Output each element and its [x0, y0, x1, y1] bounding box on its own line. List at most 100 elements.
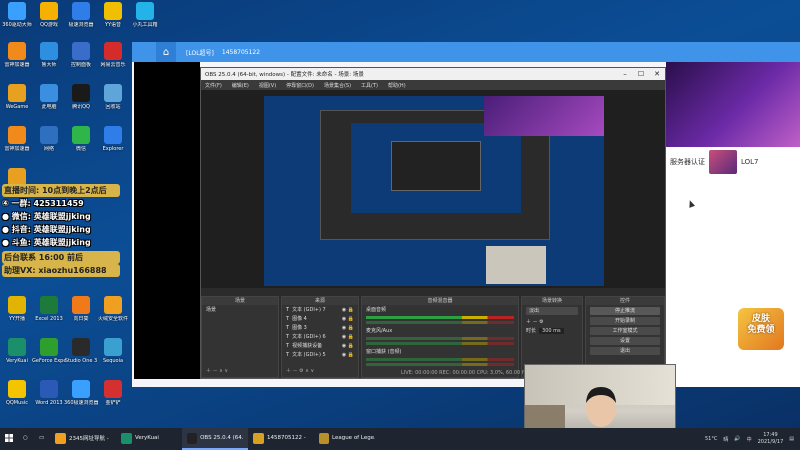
taskbar-item[interactable]: 1458705122 -	[248, 428, 314, 450]
app-icon	[104, 84, 122, 102]
desktop-icon[interactable]: 雷神加速器	[0, 126, 34, 152]
taskbar-item[interactable]: VeryKuai	[116, 428, 182, 450]
desktop-icon[interactable]: 360驱动大师	[0, 2, 34, 28]
visibility-icon[interactable]: ◉ 🔒	[342, 316, 354, 322]
obs-menu-item[interactable]: 文件(F)	[205, 82, 222, 89]
obs-menu-item[interactable]: 帮助(H)	[388, 82, 406, 89]
transition-select[interactable]: 淡出	[526, 307, 578, 315]
mixer-track[interactable]: 窗口捕获 (音频)	[362, 347, 518, 366]
desktop-icon[interactable]: 360极速浏览器	[64, 380, 98, 406]
obs-menu-item[interactable]: 编辑(E)	[232, 82, 249, 89]
source-item[interactable]: T 图像 3 ◉ 🔒	[282, 323, 358, 332]
desktop-icon[interactable]: Sequoia	[96, 338, 130, 364]
lol-news-strip[interactable]: 服务器认证 LOL7	[666, 147, 800, 177]
control-button[interactable]: 退出	[590, 347, 660, 355]
minimize-icon[interactable]: –	[617, 70, 633, 78]
obs-menu-item[interactable]: 停靠窗口(D)	[286, 82, 314, 89]
control-button[interactable]: 停止推流	[590, 307, 660, 315]
desktop-icon[interactable]: WeGame	[0, 84, 34, 110]
desktop-icon[interactable]: 回收站	[96, 84, 130, 110]
volume-slider[interactable]	[366, 342, 514, 345]
obs-menu-item[interactable]: 视图(V)	[259, 82, 276, 89]
volume-icon[interactable]: 🔊	[734, 436, 740, 442]
desktop-icon[interactable]: 小丸工具箱	[128, 2, 162, 28]
visibility-icon[interactable]: ◉ 🔒	[342, 334, 354, 340]
control-button[interactable]: 工作室模式	[590, 327, 660, 335]
desktop-icon[interactable]: 鲁大师	[32, 42, 66, 68]
desktop-icon[interactable]: 腾讯QQ	[64, 84, 98, 110]
desktop-icon[interactable]: GeForce Experience	[32, 338, 66, 364]
desktop-icon[interactable]: 网易云音乐	[96, 42, 130, 68]
desktop-icon[interactable]: 金铲铲	[96, 380, 130, 406]
start-icon[interactable]	[0, 428, 18, 450]
desktop-icon[interactable]: 控制面板	[64, 42, 98, 68]
source-item[interactable]: T 文本 (GDI+) 7 ◉ 🔒	[282, 305, 358, 314]
scenes-list[interactable]: 场景	[202, 305, 278, 314]
desktop-icon[interactable]: QQ游戏	[32, 2, 66, 28]
transition-buttons[interactable]: ＋ － ⚙	[522, 317, 582, 326]
desktop-icon[interactable]: QQMusic	[0, 380, 34, 406]
scenes-toolbar[interactable]: ＋ － ∧ ∨	[202, 366, 232, 375]
mixer-tracks[interactable]: 桌面音频麦克风/Aux 窗口捕获 (音频)	[362, 305, 518, 366]
taskbar-item[interactable]: OBS 25.0.4 (64...	[182, 428, 248, 450]
duration-input[interactable]: 300 ms	[539, 327, 564, 334]
obs-titlebar[interactable]: OBS 25.0.4 (64-bit, windows) - 配置文件: 未命名…	[201, 68, 665, 80]
mixer-track[interactable]: 桌面音频	[362, 305, 518, 324]
sources-list[interactable]: T 文本 (GDI+) 7 ◉ 🔒 T 图像 4 ◉ 🔒 T 图像 3 ◉ 🔒 T 文本 (GDI+…	[282, 305, 358, 359]
scene-item[interactable]: 场景	[202, 305, 278, 314]
desktop-icon[interactable]: 此电脑	[32, 84, 66, 110]
mixer-track-name: 窗口捕获 (音频)	[366, 349, 402, 355]
desktop-icon[interactable]: Studio One 3	[64, 338, 98, 364]
desktop-icon[interactable]: 极速浏览器	[64, 2, 98, 28]
desktop-icon[interactable]: 网络	[32, 126, 66, 152]
desktop-icon[interactable]: 火绒安全软件	[96, 296, 130, 322]
volume-slider[interactable]	[366, 321, 514, 324]
source-item[interactable]: T 文本 (GDI+) 5 ◉ 🔒	[282, 350, 358, 359]
skin-promo-badge[interactable]: 皮肤 免费领	[738, 308, 784, 350]
visibility-icon[interactable]: ◉ 🔒	[342, 325, 354, 331]
clock[interactable]: 17:49 2021/9/17	[758, 432, 784, 446]
desktop-icon[interactable]: 向日葵	[64, 296, 98, 322]
taskbar-item[interactable]: League of Lege...	[314, 428, 380, 450]
maximize-icon[interactable]: ☐	[633, 70, 649, 78]
desktop-icon[interactable]: Word 2013	[32, 380, 66, 406]
control-button[interactable]: 开始录制	[590, 317, 660, 325]
lol-promo-banner[interactable]	[666, 62, 800, 147]
lol-client-titlebar[interactable]: ⌂ [LOL超号] 1458705122	[132, 42, 800, 62]
obs-preview-canvas[interactable]	[264, 96, 604, 286]
visibility-icon[interactable]: ◉ 🔒	[342, 352, 354, 358]
source-item[interactable]: T 视频捕获设备 ◉ 🔒	[282, 341, 358, 350]
desktop-icon[interactable]: 微信	[64, 126, 98, 152]
sources-toolbar[interactable]: ＋ － ⚙ ∧ ∨	[282, 366, 318, 375]
desktop-icon-label: 微信	[75, 146, 86, 152]
source-item[interactable]: T 图像 4 ◉ 🔒	[282, 314, 358, 323]
visibility-icon[interactable]: ◉ 🔒	[342, 307, 354, 313]
control-button[interactable]: 设置	[590, 337, 660, 345]
desktop-icon[interactable]: VeryKuai	[0, 338, 34, 364]
source-type-icon: T	[286, 333, 290, 340]
desktop-icon[interactable]: 雷神加速器	[0, 42, 34, 68]
close-icon[interactable]: ✕	[649, 70, 665, 78]
desktop-icon[interactable]: Explorer	[96, 126, 130, 152]
search-icon[interactable]: ○	[18, 428, 34, 450]
mixer-track[interactable]: 麦克风/Aux	[362, 326, 518, 345]
promo-line1: 皮肤	[751, 314, 770, 324]
visibility-icon[interactable]: ◉ 🔒	[342, 343, 354, 349]
lol-strip-thumbnail[interactable]	[709, 150, 737, 174]
desktop-icon[interactable]: Excel 2013	[32, 296, 66, 322]
source-item[interactable]: T 文本 (GDI+) 6 ◉ 🔒	[282, 332, 358, 341]
desktop-icon[interactable]: YY开播	[0, 296, 34, 322]
obs-window[interactable]: OBS 25.0.4 (64-bit, windows) - 配置文件: 未命名…	[200, 67, 666, 379]
obs-menu-item[interactable]: 场景集合(S)	[324, 82, 351, 89]
obs-menu-item[interactable]: 工具(T)	[361, 82, 378, 89]
mixer-track-name: 麦克风/Aux	[366, 328, 393, 334]
clock-date: 2021/9/17	[757, 439, 784, 445]
home-icon[interactable]: ⌂	[156, 42, 176, 62]
notification-icon[interactable]: ▤	[789, 436, 794, 442]
input-language[interactable]: 中	[747, 436, 752, 443]
app-icon	[104, 42, 122, 60]
volume-slider[interactable]	[366, 363, 514, 366]
taskbar-item[interactable]: 2345网址导航 -	[50, 428, 116, 450]
task-view-icon[interactable]: ▭	[34, 428, 50, 450]
desktop-icon[interactable]: YY语音	[96, 2, 130, 28]
